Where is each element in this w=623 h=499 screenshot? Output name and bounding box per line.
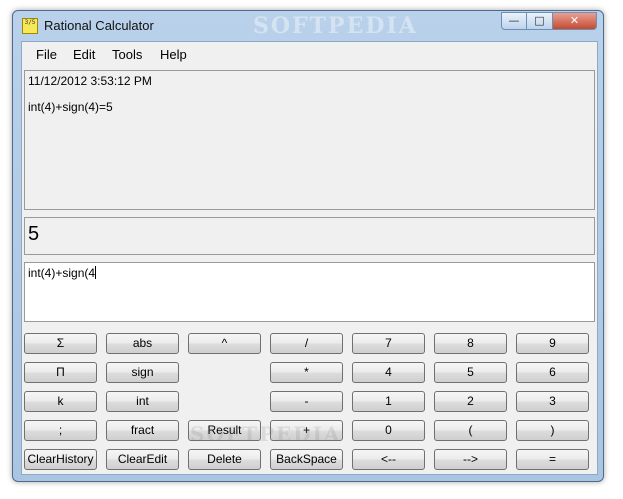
expression-text: int(4)+sign(4 <box>28 266 96 280</box>
fract-button[interactable]: fract <box>106 420 179 441</box>
text-caret <box>95 266 97 279</box>
watermark: SOFTPEDIA <box>253 13 418 39</box>
client-area: File Edit Tools Help 11/12/2012 3:53:12 … <box>21 41 598 475</box>
menu-edit[interactable]: Edit <box>73 47 95 62</box>
maximize-icon[interactable]: □ <box>527 12 553 30</box>
add-button[interactable]: + <box>270 420 343 441</box>
digit-9-button[interactable]: 9 <box>516 333 589 354</box>
app-window: 3/5 Rational Calculator SOFTPEDIA — □ ✕ … <box>12 10 604 482</box>
minimize-icon[interactable]: — <box>501 12 527 30</box>
close-icon[interactable]: ✕ <box>553 12 597 30</box>
digit-0-button[interactable]: 0 <box>352 420 425 441</box>
digit-7-button[interactable]: 7 <box>352 333 425 354</box>
abs-button[interactable]: abs <box>106 333 179 354</box>
history-entry: int(4)+sign(4)=5 <box>28 100 113 114</box>
int-button[interactable]: int <box>106 391 179 412</box>
close-paren-button[interactable]: ) <box>516 420 589 441</box>
product-button[interactable]: Π <box>24 362 97 383</box>
divide-button[interactable]: / <box>270 333 343 354</box>
digit-4-button[interactable]: 4 <box>352 362 425 383</box>
digit-1-button[interactable]: 1 <box>352 391 425 412</box>
digit-6-button[interactable]: 6 <box>516 362 589 383</box>
k-button[interactable]: k <box>24 391 97 412</box>
equals-button[interactable]: = <box>516 449 589 470</box>
multiply-button[interactable]: * <box>270 362 343 383</box>
cursor-left-button[interactable]: <-- <box>352 449 425 470</box>
digit-5-button[interactable]: 5 <box>434 362 507 383</box>
window-title: Rational Calculator <box>44 18 154 33</box>
digit-2-button[interactable]: 2 <box>434 391 507 412</box>
expression-input[interactable]: int(4)+sign(4 <box>24 262 595 322</box>
result-button[interactable]: Result <box>188 420 261 441</box>
subtract-button[interactable]: - <box>270 391 343 412</box>
menu-tools[interactable]: Tools <box>112 47 142 62</box>
sign-button[interactable]: sign <box>106 362 179 383</box>
sum-button[interactable]: Σ <box>24 333 97 354</box>
history-timestamp: 11/12/2012 3:53:12 PM <box>28 74 152 88</box>
backspace-button[interactable]: BackSpace <box>270 449 343 470</box>
clear-edit-button[interactable]: ClearEdit <box>106 449 179 470</box>
history-panel[interactable]: 11/12/2012 3:53:12 PM int(4)+sign(4)=5 <box>24 70 595 210</box>
delete-button[interactable]: Delete <box>188 449 261 470</box>
open-paren-button[interactable]: ( <box>434 420 507 441</box>
menu-help[interactable]: Help <box>160 47 187 62</box>
menu-bar: File Edit Tools Help <box>22 42 597 66</box>
title-bar[interactable]: 3/5 Rational Calculator SOFTPEDIA — □ ✕ <box>13 11 603 41</box>
power-button[interactable]: ^ <box>188 333 261 354</box>
menu-file[interactable]: File <box>36 47 57 62</box>
result-display: 5 <box>24 217 595 255</box>
clear-history-button[interactable]: ClearHistory <box>24 449 97 470</box>
semicolon-button[interactable]: ; <box>24 420 97 441</box>
calculator-app-icon: 3/5 <box>22 18 38 34</box>
digit-3-button[interactable]: 3 <box>516 391 589 412</box>
digit-8-button[interactable]: 8 <box>434 333 507 354</box>
cursor-right-button[interactable]: --> <box>434 449 507 470</box>
window-controls: — □ ✕ <box>501 12 597 30</box>
result-value: 5 <box>28 223 40 245</box>
